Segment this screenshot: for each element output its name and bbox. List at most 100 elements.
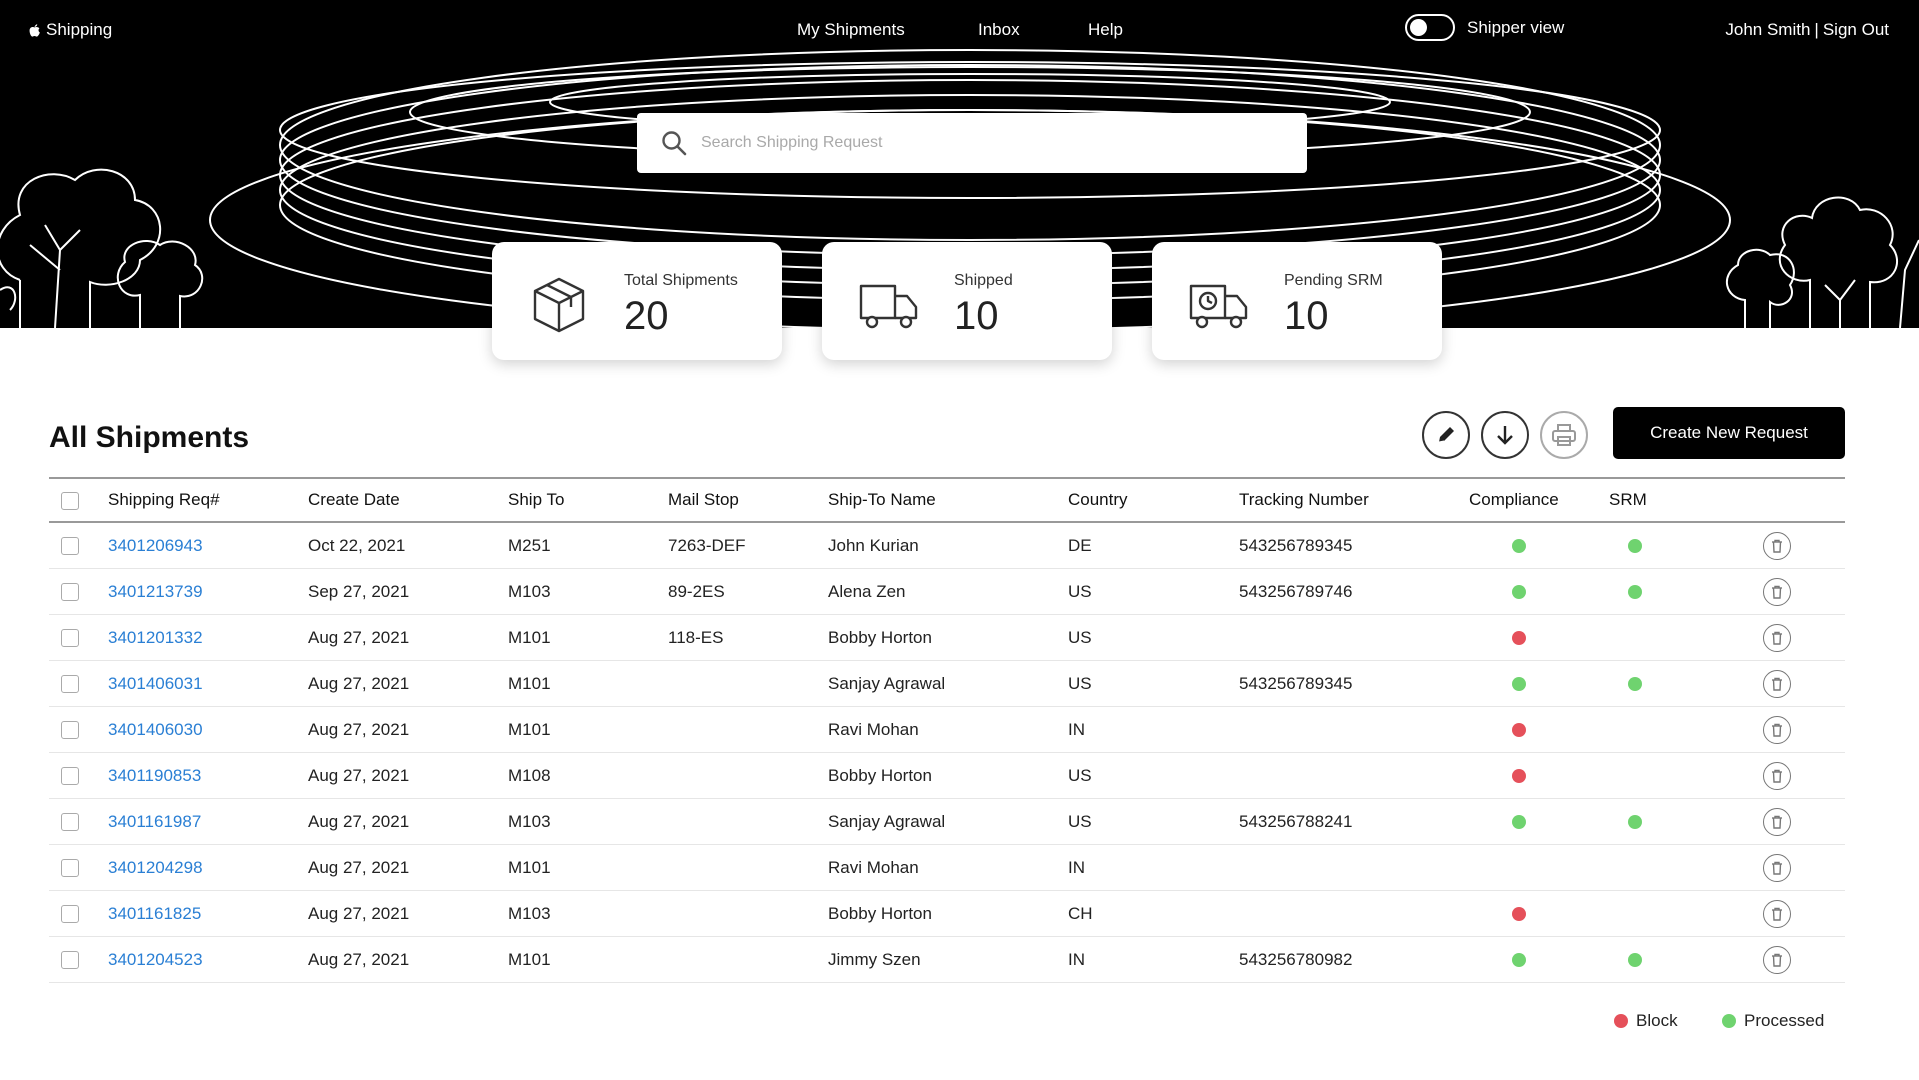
row-checkbox[interactable]: [61, 905, 79, 924]
cell-ship-to-name: Bobby Horton: [828, 890, 1068, 937]
printer-icon: [1552, 424, 1576, 446]
col-header-srm[interactable]: SRM: [1609, 478, 1729, 522]
edit-button[interactable]: [1422, 411, 1470, 459]
delete-row-button[interactable]: [1763, 715, 1791, 744]
row-checkbox[interactable]: [61, 859, 79, 878]
delete-row-button[interactable]: [1763, 807, 1791, 836]
delete-row-button[interactable]: [1763, 945, 1791, 974]
table-row[interactable]: 3401161987 Aug 27, 2021 M103 Sanjay Agrawal…: [49, 798, 1845, 845]
shipping-req-link[interactable]: 3401204523: [108, 950, 203, 969]
table-row[interactable]: 3401204523 Aug 27, 2021 M101 Jimmy Szen IN 54…: [49, 936, 1845, 983]
shipping-req-link[interactable]: 3401206943: [108, 536, 203, 555]
shipping-req-link[interactable]: 3401213739: [108, 582, 203, 601]
col-header-country[interactable]: Country: [1068, 478, 1239, 522]
download-icon: [1497, 426, 1513, 445]
stat-label: Shipped: [954, 272, 1013, 289]
app-name: Shipping: [46, 20, 113, 39]
row-checkbox[interactable]: [61, 951, 79, 970]
table-row[interactable]: 3401406030 Aug 27, 2021 M101 Ravi Mohan IN: [49, 706, 1845, 753]
row-checkbox[interactable]: [61, 721, 79, 740]
table-row[interactable]: 3401206943 Oct 22, 2021 M251 7263-DEF John K…: [49, 522, 1845, 569]
page-title: All Shipments: [49, 421, 250, 454]
srm-status-dot: [1628, 585, 1642, 600]
nav-inbox[interactable]: Inbox: [978, 20, 1020, 40]
row-select-cell: [49, 844, 108, 891]
cell-mail-stop: [668, 660, 828, 707]
row-checkbox[interactable]: [61, 537, 79, 556]
row-checkbox[interactable]: [61, 583, 79, 602]
cell-actions: [1729, 798, 1845, 845]
row-select-cell: [49, 798, 108, 845]
cell-country: CH: [1068, 890, 1239, 937]
sign-out-link[interactable]: Sign Out: [1823, 20, 1889, 40]
delete-row-button[interactable]: [1763, 761, 1791, 790]
shipper-view-toggle[interactable]: [1405, 14, 1455, 41]
shipping-req-link[interactable]: 3401406031: [108, 674, 203, 693]
table-row[interactable]: 3401204298 Aug 27, 2021 M101 Ravi Mohan IN: [49, 844, 1845, 891]
stat-label: Pending SRM: [1284, 272, 1383, 289]
cell-ship-to: M103: [508, 798, 668, 845]
cell-tracking-number: 543256789746: [1239, 568, 1469, 615]
col-header-mail-stop[interactable]: Mail Stop: [668, 478, 828, 522]
delete-row-button[interactable]: [1763, 531, 1791, 560]
cell-compliance: [1469, 844, 1609, 891]
nav-my-shipments[interactable]: My Shipments: [797, 20, 905, 40]
legend-label-processed: Processed: [1744, 1011, 1825, 1030]
delete-row-button[interactable]: [1763, 853, 1791, 882]
cell-ship-to: M101: [508, 660, 668, 707]
col-header-compliance[interactable]: Compliance: [1469, 478, 1609, 522]
cell-compliance: [1469, 522, 1609, 569]
download-button[interactable]: [1481, 411, 1529, 459]
shipping-req-link[interactable]: 3401201332: [108, 628, 203, 647]
brand[interactable]: Shipping: [29, 20, 112, 40]
cell-ship-to: M101: [508, 844, 668, 891]
cell-tracking-number: 543256788241: [1239, 798, 1469, 845]
create-new-request-button[interactable]: Create New Request: [1613, 407, 1845, 459]
table-row[interactable]: 3401190853 Aug 27, 2021 M108 Bobby Horton US: [49, 752, 1845, 799]
search-bar: [637, 113, 1307, 173]
cell-mail-stop: [668, 798, 828, 845]
user-name[interactable]: John Smith: [1725, 20, 1810, 40]
cell-compliance: [1469, 568, 1609, 615]
shipping-req-link[interactable]: 3401161825: [108, 904, 201, 923]
delete-row-button[interactable]: [1763, 899, 1791, 928]
shipping-req-link[interactable]: 3401161987: [108, 812, 201, 831]
cell-compliance: [1469, 752, 1609, 799]
row-checkbox[interactable]: [61, 629, 79, 648]
table-row[interactable]: 3401201332 Aug 27, 2021 M101 118-ES Bobby Ho…: [49, 614, 1845, 661]
col-header-ship-to-name[interactable]: Ship-To Name: [828, 478, 1068, 522]
select-all-checkbox[interactable]: [61, 491, 79, 510]
table-row[interactable]: 3401161825 Aug 27, 2021 M103 Bobby Horton CH: [49, 890, 1845, 937]
cell-compliance: [1469, 660, 1609, 707]
user-area: John Smith | Sign Out: [1725, 20, 1889, 40]
col-header-tracking-number[interactable]: Tracking Number: [1239, 478, 1469, 522]
delete-row-button[interactable]: [1763, 577, 1791, 606]
print-button[interactable]: [1540, 411, 1588, 459]
shipping-req-link[interactable]: 3401204298: [108, 858, 203, 877]
nav-help[interactable]: Help: [1088, 20, 1123, 40]
shipments-table: Shipping Req# Create Date Ship To Mail S…: [49, 477, 1845, 983]
table-row[interactable]: 3401406031 Aug 27, 2021 M101 Sanjay Agrawal…: [49, 660, 1845, 707]
col-header-create-date[interactable]: Create Date: [308, 478, 508, 522]
delete-icon: [1772, 585, 1782, 599]
table-row[interactable]: 3401213739 Sep 27, 2021 M103 89-2ES Alena Ze…: [49, 568, 1845, 615]
row-checkbox[interactable]: [61, 813, 79, 832]
col-header-ship-to[interactable]: Ship To: [508, 478, 668, 522]
shipping-req-link[interactable]: 3401190853: [108, 766, 201, 785]
cell-ship-to-name: John Kurian: [828, 522, 1068, 569]
row-checkbox[interactable]: [61, 767, 79, 786]
search-input[interactable]: [699, 133, 1263, 153]
cell-create-date: Aug 27, 2021: [308, 936, 508, 983]
col-header-actions: [1729, 478, 1845, 522]
shipping-req-link[interactable]: 3401406030: [108, 720, 203, 739]
compliance-status-dot: [1512, 631, 1526, 646]
compliance-status-dot: [1512, 723, 1526, 738]
col-header-shipping-req[interactable]: Shipping Req#: [108, 478, 308, 522]
cell-create-date: Sep 27, 2021: [308, 568, 508, 615]
cell-ship-to-name: Jimmy Szen: [828, 936, 1068, 983]
delete-row-button[interactable]: [1763, 669, 1791, 698]
cell-shipping-req: 3401161825: [108, 890, 308, 937]
row-checkbox[interactable]: [61, 675, 79, 694]
cell-country: DE: [1068, 522, 1239, 569]
delete-row-button[interactable]: [1763, 623, 1791, 652]
